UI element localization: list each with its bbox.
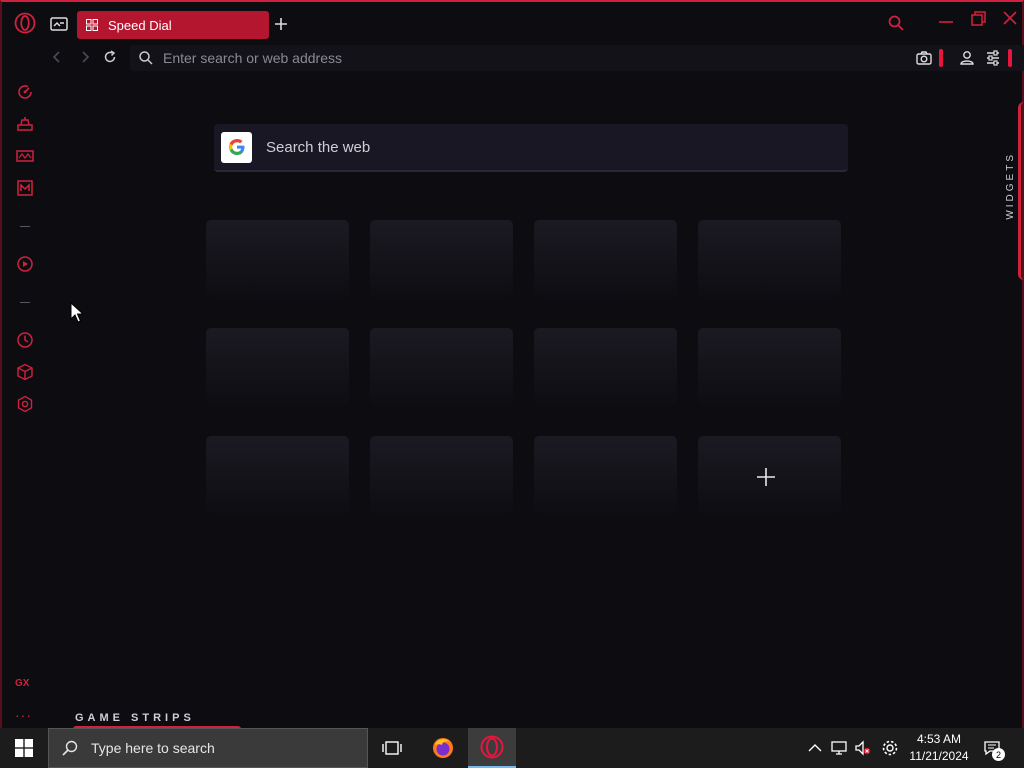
speed-dial-tile[interactable] [534, 436, 677, 514]
tab-speed-dial[interactable]: Speed Dial [77, 11, 269, 39]
speed-dial-tile[interactable] [698, 220, 841, 298]
network-icon[interactable] [830, 739, 848, 757]
opera-menu-icon[interactable] [14, 12, 36, 34]
messenger-icon[interactable] [16, 179, 34, 197]
mouse-cursor-icon [70, 302, 84, 323]
start-button[interactable] [0, 728, 48, 768]
speed-dial-tile[interactable] [206, 328, 349, 406]
speed-dial-tile[interactable] [370, 328, 513, 406]
opera-gx-icon [480, 735, 504, 759]
sidebar-separator [20, 302, 30, 303]
taskbar-search-box[interactable]: Type here to search [48, 728, 368, 768]
minimize-icon[interactable] [932, 10, 960, 30]
gx-control-icon[interactable] [16, 115, 34, 133]
speed-dial-tile[interactable] [534, 328, 677, 406]
settings-icon[interactable] [16, 395, 34, 413]
history-icon[interactable] [16, 331, 34, 349]
web-search-box[interactable]: Search the web [214, 124, 848, 172]
speed-dial-tile[interactable] [370, 436, 513, 514]
tab-label: Speed Dial [108, 17, 172, 33]
title-bar: Speed Dial [2, 2, 1022, 44]
clock-time: 4:53 AM [916, 732, 962, 746]
speed-dial-tile[interactable] [370, 220, 513, 298]
firefox-taskbar-app[interactable] [419, 728, 467, 768]
taskbar-search-text: Type here to search [91, 740, 215, 756]
sidebar-separator [20, 226, 30, 227]
volume-muted-icon[interactable] [854, 739, 872, 757]
search-the-web-label: Search the web [266, 138, 371, 156]
notification-count-badge: 2 [992, 748, 1005, 761]
address-bar[interactable] [130, 45, 1024, 71]
search-tabs-icon[interactable] [886, 13, 906, 33]
system-clock[interactable]: 4:53 AM 11/21/2024 [906, 731, 972, 765]
account-icon[interactable] [958, 48, 976, 68]
new-tab-plus-icon[interactable] [272, 15, 290, 33]
add-plus-icon [757, 468, 775, 486]
sidebar: GX ··· [4, 74, 44, 730]
browser-window: Speed Dial Enter search or web address G… [0, 0, 1024, 730]
extensions-icon[interactable] [16, 363, 34, 381]
add-speed-dial-tile[interactable] [698, 436, 841, 514]
sidebar-indicator[interactable] [1008, 49, 1012, 67]
search-icon [62, 740, 78, 756]
widgets-label[interactable]: WIDGETS [1005, 152, 1021, 220]
show-hidden-icons-chevron-icon[interactable] [806, 739, 824, 757]
forward-icon[interactable] [78, 50, 92, 64]
firefox-icon [433, 738, 453, 758]
windows-taskbar: Type here to search 4:53 AM 11/21/2024 2 [0, 728, 1024, 768]
google-logo-icon [221, 131, 252, 163]
easy-setup-icon[interactable] [984, 48, 1002, 68]
address-input[interactable] [163, 50, 863, 66]
back-icon[interactable] [50, 50, 64, 64]
speed-dial-tile[interactable] [698, 328, 841, 406]
gx-label[interactable]: GX [15, 678, 29, 689]
restore-icon[interactable] [964, 10, 992, 30]
speed-dial-icon[interactable] [16, 83, 34, 101]
gx-corner-icon[interactable] [16, 147, 34, 165]
close-icon[interactable] [996, 10, 1024, 30]
game-strips-label[interactable]: GAME STRIPS [75, 712, 195, 724]
sidebar-more-icon[interactable]: ··· [15, 707, 32, 723]
windows-logo-icon [15, 739, 33, 757]
navigation-bar [42, 44, 1024, 72]
speed-dial-tile[interactable] [534, 220, 677, 298]
player-icon[interactable] [16, 255, 34, 273]
speed-dial-tile[interactable] [206, 436, 349, 514]
reload-icon[interactable] [103, 50, 117, 64]
clock-date: 11/21/2024 [909, 749, 969, 763]
task-view-icon [382, 741, 402, 755]
speed-dial-tile[interactable] [206, 220, 349, 298]
settings-gear-icon[interactable] [881, 739, 899, 757]
speed-dial-grid-icon [86, 19, 98, 31]
opera-gx-taskbar-app[interactable] [468, 728, 516, 768]
snapshot-camera-icon[interactable] [915, 48, 933, 68]
vpn-indicator[interactable] [939, 49, 943, 67]
tab-islands-icon[interactable] [50, 16, 68, 32]
task-view-button[interactable] [368, 728, 416, 768]
search-icon [139, 51, 153, 65]
